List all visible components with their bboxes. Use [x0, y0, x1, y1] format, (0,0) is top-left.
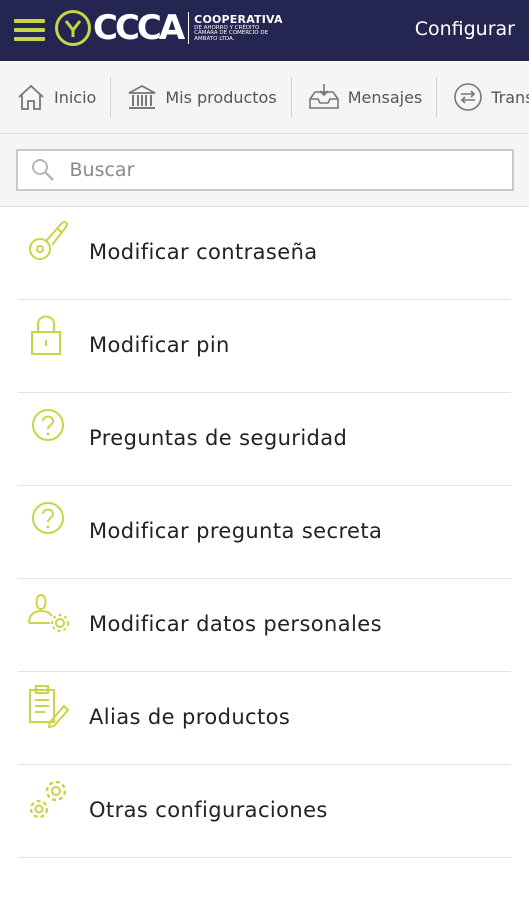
key-icon: [29, 221, 69, 260]
quick-nav-bar: Inicio Mis productos Mensajes Transferen…: [0, 61, 529, 134]
page-title: Configurar: [414, 18, 515, 40]
logo-subtitle: COOPERATIVA: [194, 12, 283, 26]
question-icon: [32, 409, 64, 441]
clipboard-edit-icon: [29, 685, 70, 729]
nav-item-transferencias[interactable]: Transferencias: [437, 77, 529, 117]
app-header: CCCA COOPERATIVA DE AHORRO Y CRÉDITO CÁM…: [0, 0, 529, 61]
menu-item-modificar-pin[interactable]: Modificar pin: [18, 300, 511, 393]
menu-label: Modificar contraseña: [89, 240, 318, 264]
menu-label: Otras configuraciones: [89, 798, 328, 822]
search-box[interactable]: [15, 149, 514, 191]
search-icon: [31, 159, 54, 181]
nav-label-inicio: Inicio: [54, 87, 97, 107]
hamburger-menu-icon[interactable]: [14, 19, 45, 41]
menu-label: Modificar datos personales: [89, 612, 382, 636]
user-gear-icon: [28, 593, 69, 632]
nav-item-mensajes[interactable]: Mensajes: [292, 77, 438, 117]
menu-item-alias-de-productos[interactable]: Alias de productos: [18, 672, 511, 765]
settings-menu-list: Modificar contraseña Modificar pin Pregu…: [0, 207, 529, 858]
gears-icon: [29, 780, 67, 819]
logo-emblem-icon: [55, 10, 91, 46]
transfer-icon: [454, 83, 483, 111]
nav-item-inicio[interactable]: Inicio: [0, 77, 112, 117]
cooperative-logo: CCCA COOPERATIVA DE AHORRO Y CRÉDITO CÁM…: [55, 10, 283, 46]
menu-item-preguntas-de-seguridad[interactable]: Preguntas de seguridad: [18, 393, 511, 486]
nav-label-mis-productos: Mis productos: [165, 87, 277, 107]
lock-icon: [31, 315, 61, 355]
logo-subtitle-detail: DE AHORRO Y CRÉDITO CÁMARA DE COMERCIO D…: [194, 24, 269, 42]
menu-label: Modificar pin: [89, 333, 230, 357]
search-input[interactable]: [67, 158, 492, 182]
home-icon: [18, 84, 44, 110]
menu-item-modificar-contrasena[interactable]: Modificar contraseña: [18, 207, 511, 300]
nav-label-transferencias: Transferencias: [491, 87, 529, 107]
menu-label: Modificar pregunta secreta: [89, 519, 383, 543]
menu-item-modificar-pregunta-secreta[interactable]: Modificar pregunta secreta: [18, 486, 511, 579]
search-bar: [0, 134, 529, 207]
bank-icon: [128, 84, 156, 109]
logo-text: CCCA: [93, 8, 185, 48]
menu-label: Alias de productos: [89, 705, 291, 729]
menu-label: Preguntas de seguridad: [89, 426, 348, 450]
nav-label-mensajes: Mensajes: [347, 87, 423, 107]
menu-item-modificar-datos-personales[interactable]: Modificar datos personales: [18, 579, 511, 672]
nav-item-mis-productos[interactable]: Mis productos: [111, 77, 292, 117]
inbox-icon: [308, 84, 339, 109]
question-icon: [32, 502, 64, 534]
menu-item-otras-configuraciones[interactable]: Otras configuraciones: [18, 765, 511, 858]
